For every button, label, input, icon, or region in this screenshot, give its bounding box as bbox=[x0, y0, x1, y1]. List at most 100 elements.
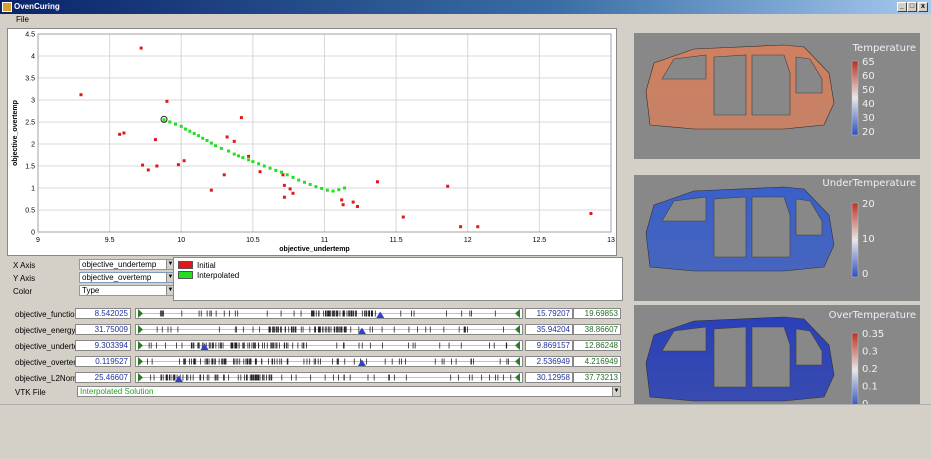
slider-ticks bbox=[138, 373, 520, 382]
yaxis-select[interactable]: objective_overtemp ▼ bbox=[79, 272, 175, 283]
legend-item-interpolated: Interpolated bbox=[178, 271, 378, 280]
initial-point bbox=[165, 99, 169, 103]
vtk-file-value: Interpolated Solution bbox=[80, 387, 154, 396]
x-tick-label: 9 bbox=[36, 237, 40, 244]
interpolated-point bbox=[314, 185, 318, 189]
interpolated-point bbox=[257, 162, 261, 166]
color-select[interactable]: Type ▼ bbox=[79, 285, 175, 296]
slider-min-value: 0.119527 bbox=[75, 356, 131, 367]
y-tick-label: 4 bbox=[31, 54, 35, 61]
slider-right-handle bbox=[515, 341, 520, 350]
scatter-plot: 9 9.5 10 10.5 11 11.5 12 12.5 1300.511.522.533.5… bbox=[12, 32, 615, 254]
initial-point bbox=[118, 132, 122, 136]
interpolated-point bbox=[168, 120, 172, 124]
interpolated-point bbox=[331, 189, 335, 193]
xaxis-label: X Axis bbox=[13, 261, 36, 270]
scatter-plot-panel[interactable]: 9 9.5 10 10.5 11 11.5 12 12.5 13 0 0.5 1 1.5 2 2.5 3 3.5… bbox=[7, 28, 617, 256]
y-tick-label: 0 bbox=[31, 230, 35, 237]
xaxis-select[interactable]: objective_undertemp ▼ bbox=[79, 259, 175, 270]
slider-name: objective_function bbox=[15, 310, 80, 319]
color-bar-tick: 50 bbox=[862, 85, 875, 96]
interpolated-point bbox=[196, 134, 200, 138]
view-title: OverTemperature bbox=[828, 310, 916, 321]
slider-left-handle bbox=[138, 341, 143, 350]
initial-point bbox=[141, 163, 145, 167]
vtk-file-select[interactable]: Interpolated Solution ▼ bbox=[77, 386, 621, 397]
view-title: UnderTemperature bbox=[822, 178, 916, 189]
interpolated-point bbox=[297, 178, 301, 182]
initial-point bbox=[282, 195, 286, 199]
initial-point bbox=[176, 163, 180, 167]
title-bar: OvenCuring _ □ x bbox=[0, 0, 931, 14]
slider-track[interactable] bbox=[135, 356, 523, 367]
y-tick-label: 3 bbox=[31, 98, 35, 105]
slider-max-value: 4.216949 bbox=[573, 356, 621, 367]
objective-sliders: objective_function 8.542025 15.79207 19.698… bbox=[7, 305, 623, 400]
slider-current-value: 2.536949 bbox=[525, 356, 573, 367]
initial-point bbox=[222, 173, 226, 177]
color-bar-tick: 0.1 bbox=[862, 382, 878, 393]
interpolated-point bbox=[337, 188, 341, 192]
interpolated-point bbox=[274, 168, 278, 172]
legend-swatch bbox=[178, 271, 193, 279]
legend: Initial Interpolated bbox=[173, 257, 623, 301]
initial-point bbox=[209, 188, 213, 192]
x-tick-label: 11 bbox=[321, 237, 328, 244]
y-tick-label: 2.5 bbox=[25, 120, 35, 127]
view-temperature[interactable]: 65 60 50 40 30 20 Temperature bbox=[634, 33, 920, 159]
initial-point bbox=[79, 93, 83, 97]
slider-track[interactable] bbox=[135, 340, 523, 351]
initial-point bbox=[225, 135, 229, 139]
slider-min-value: 9.303394 bbox=[75, 340, 131, 351]
interpolated-point bbox=[232, 152, 236, 156]
color-bar-tick: 0.3 bbox=[862, 347, 878, 358]
initial-point bbox=[239, 116, 243, 120]
legend-label: Initial bbox=[197, 261, 216, 270]
interpolated-point bbox=[162, 118, 166, 122]
slider-row-objective_function: objective_function 8.542025 15.79207 19.698… bbox=[7, 307, 623, 320]
menu-bar: File bbox=[0, 14, 931, 26]
maximize-button[interactable]: □ bbox=[907, 2, 917, 12]
initial-point bbox=[232, 139, 236, 143]
slider-track[interactable] bbox=[135, 308, 523, 319]
view-undertemperature[interactable]: 20 10 0 UnderTemperature bbox=[634, 175, 920, 301]
chevron-down-icon[interactable]: ▼ bbox=[612, 387, 620, 396]
initial-point bbox=[476, 225, 480, 229]
slider-marker bbox=[376, 311, 385, 318]
slider-track[interactable] bbox=[135, 324, 523, 335]
color-bar-tick: 0.2 bbox=[862, 364, 878, 375]
slider-track[interactable] bbox=[135, 372, 523, 383]
interpolated-point bbox=[241, 156, 245, 160]
interpolated-point bbox=[219, 146, 223, 150]
color-bar-tick: 30 bbox=[862, 113, 875, 124]
interpolated-point bbox=[325, 188, 329, 192]
legend-item-initial: Initial bbox=[178, 261, 378, 270]
initial-point bbox=[258, 170, 262, 174]
interpolated-point bbox=[280, 170, 284, 174]
axis-controls: X Axis objective_undertemp ▼ Y Axis obje… bbox=[7, 257, 623, 303]
y-tick-label: 4.5 bbox=[25, 32, 35, 39]
initial-point bbox=[155, 164, 159, 168]
close-button[interactable]: x bbox=[918, 2, 928, 12]
color-row: Color Type ▼ bbox=[11, 285, 191, 297]
slider-row-objective_L2Norm: objective_L2Norm 25.46607 30.12958 37.73213 bbox=[7, 371, 623, 384]
status-area bbox=[0, 404, 931, 459]
initial-point bbox=[139, 46, 143, 50]
color-select-value: Type bbox=[82, 286, 100, 295]
app-window: OvenCuring _ □ x File 9 9.5 10 10.5 11 11.5 12… bbox=[0, 0, 931, 459]
slider-name: objective_overtemp bbox=[15, 358, 85, 367]
slider-current-value: 15.79207 bbox=[525, 308, 573, 319]
minimize-button[interactable]: _ bbox=[897, 2, 907, 12]
slider-right-handle bbox=[515, 309, 520, 318]
slider-ticks bbox=[138, 341, 520, 350]
y-tick-label: 1 bbox=[31, 186, 35, 193]
menu-file[interactable]: File bbox=[16, 15, 29, 24]
color-bar-tick: 0.35 bbox=[862, 329, 884, 340]
x-tick-label: 12.5 bbox=[533, 237, 547, 244]
car-body-render: 20 10 0 bbox=[645, 186, 875, 280]
initial-point bbox=[153, 138, 157, 142]
window-title: OvenCuring bbox=[14, 2, 60, 11]
yaxis-select-value: objective_overtemp bbox=[82, 273, 152, 282]
slider-min-value: 25.46607 bbox=[75, 372, 131, 383]
legend-swatch bbox=[178, 261, 193, 269]
